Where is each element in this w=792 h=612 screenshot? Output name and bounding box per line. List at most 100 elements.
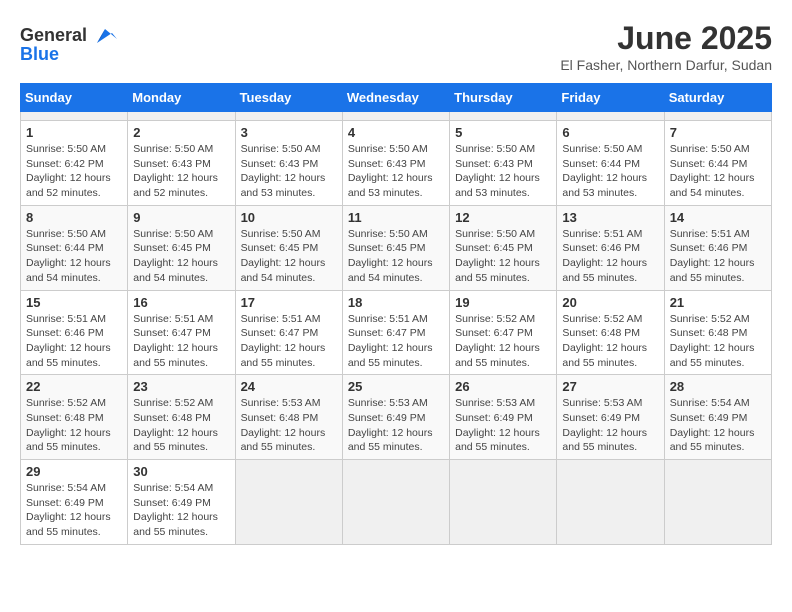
day-detail: Sunrise: 5:53 AMSunset: 6:49 PMDaylight:…	[455, 396, 551, 455]
day-detail: Sunrise: 5:50 AMSunset: 6:43 PMDaylight:…	[241, 142, 337, 201]
day-detail: Sunrise: 5:50 AMSunset: 6:44 PMDaylight:…	[26, 227, 122, 286]
col-friday: Friday	[557, 84, 664, 112]
calendar-week-row: 29 Sunrise: 5:54 AMSunset: 6:49 PMDayligh…	[21, 460, 772, 545]
day-detail: Sunrise: 5:50 AMSunset: 6:45 PMDaylight:…	[455, 227, 551, 286]
col-thursday: Thursday	[450, 84, 557, 112]
logo-general-text: General	[20, 25, 87, 46]
day-detail: Sunrise: 5:50 AMSunset: 6:45 PMDaylight:…	[133, 227, 229, 286]
day-number: 26	[455, 379, 551, 394]
day-number: 5	[455, 125, 551, 140]
day-number: 11	[348, 210, 444, 225]
calendar-week-row: 8 Sunrise: 5:50 AMSunset: 6:44 PMDaylight…	[21, 205, 772, 290]
table-row: 7 Sunrise: 5:50 AMSunset: 6:44 PMDaylight…	[664, 121, 771, 206]
table-row	[557, 112, 664, 121]
day-detail: Sunrise: 5:54 AMSunset: 6:49 PMDaylight:…	[670, 396, 766, 455]
day-number: 6	[562, 125, 658, 140]
calendar-table: Sunday Monday Tuesday Wednesday Thursday…	[20, 83, 772, 545]
table-row: 3 Sunrise: 5:50 AMSunset: 6:43 PMDaylight…	[235, 121, 342, 206]
table-row: 25 Sunrise: 5:53 AMSunset: 6:49 PMDayligh…	[342, 375, 449, 460]
day-detail: Sunrise: 5:53 AMSunset: 6:49 PMDaylight:…	[348, 396, 444, 455]
day-detail: Sunrise: 5:50 AMSunset: 6:42 PMDaylight:…	[26, 142, 122, 201]
col-monday: Monday	[128, 84, 235, 112]
day-number: 25	[348, 379, 444, 394]
table-row: 17 Sunrise: 5:51 AMSunset: 6:47 PMDayligh…	[235, 290, 342, 375]
day-number: 22	[26, 379, 122, 394]
day-number: 27	[562, 379, 658, 394]
table-row	[21, 112, 128, 121]
table-row: 30 Sunrise: 5:54 AMSunset: 6:49 PMDayligh…	[128, 460, 235, 545]
day-number: 1	[26, 125, 122, 140]
day-detail: Sunrise: 5:52 AMSunset: 6:48 PMDaylight:…	[670, 312, 766, 371]
day-detail: Sunrise: 5:53 AMSunset: 6:48 PMDaylight:…	[241, 396, 337, 455]
col-tuesday: Tuesday	[235, 84, 342, 112]
day-number: 10	[241, 210, 337, 225]
logo-icon	[87, 20, 117, 50]
logo-blue-text: Blue	[20, 44, 59, 65]
day-number: 9	[133, 210, 229, 225]
table-row: 23Sunrise: 5:52 AMSunset: 6:48 PMDayligh…	[128, 375, 235, 460]
table-row	[450, 112, 557, 121]
day-number: 7	[670, 125, 766, 140]
day-number: 3	[241, 125, 337, 140]
day-number: 19	[455, 295, 551, 310]
table-row: 20Sunrise: 5:52 AMSunset: 6:48 PMDayligh…	[557, 290, 664, 375]
table-row: 13 Sunrise: 5:51 AMSunset: 6:46 PMDayligh…	[557, 205, 664, 290]
table-row: 1 Sunrise: 5:50 AMSunset: 6:42 PMDaylight…	[21, 121, 128, 206]
day-number: 13	[562, 210, 658, 225]
day-detail: Sunrise: 5:52 AMSunset: 6:48 PMDaylight:…	[562, 312, 658, 371]
calendar-week-row: 1 Sunrise: 5:50 AMSunset: 6:42 PMDaylight…	[21, 121, 772, 206]
table-row	[664, 460, 771, 545]
day-detail: Sunrise: 5:50 AMSunset: 6:43 PMDaylight:…	[348, 142, 444, 201]
table-row	[235, 112, 342, 121]
day-detail: Sunrise: 5:50 AMSunset: 6:43 PMDaylight:…	[133, 142, 229, 201]
table-row: 15Sunrise: 5:51 AMSunset: 6:46 PMDayligh…	[21, 290, 128, 375]
day-detail: Sunrise: 5:51 AMSunset: 6:46 PMDaylight:…	[562, 227, 658, 286]
day-detail: Sunrise: 5:52 AMSunset: 6:48 PMDaylight:…	[133, 396, 229, 455]
calendar-subtitle: El Fasher, Northern Darfur, Sudan	[560, 57, 772, 73]
table-row: 5Sunrise: 5:50 AMSunset: 6:43 PMDaylight…	[450, 121, 557, 206]
day-detail: Sunrise: 5:51 AMSunset: 6:46 PMDaylight:…	[26, 312, 122, 371]
day-number: 4	[348, 125, 444, 140]
table-row	[450, 460, 557, 545]
day-detail: Sunrise: 5:53 AMSunset: 6:49 PMDaylight:…	[562, 396, 658, 455]
day-detail: Sunrise: 5:54 AMSunset: 6:49 PMDaylight:…	[133, 481, 229, 540]
table-row: 10Sunrise: 5:50 AMSunset: 6:45 PMDayligh…	[235, 205, 342, 290]
col-sunday: Sunday	[21, 84, 128, 112]
calendar-week-row	[21, 112, 772, 121]
day-number: 8	[26, 210, 122, 225]
table-row: 24 Sunrise: 5:53 AMSunset: 6:48 PMDayligh…	[235, 375, 342, 460]
day-number: 30	[133, 464, 229, 479]
table-row	[342, 112, 449, 121]
table-row: 8 Sunrise: 5:50 AMSunset: 6:44 PMDaylight…	[21, 205, 128, 290]
calendar-week-row: 15Sunrise: 5:51 AMSunset: 6:46 PMDayligh…	[21, 290, 772, 375]
header: General Blue June 2025 El Fasher, Northe…	[20, 20, 772, 73]
table-row	[557, 460, 664, 545]
day-detail: Sunrise: 5:50 AMSunset: 6:45 PMDaylight:…	[348, 227, 444, 286]
day-detail: Sunrise: 5:54 AMSunset: 6:49 PMDaylight:…	[26, 481, 122, 540]
table-row: 9 Sunrise: 5:50 AMSunset: 6:45 PMDaylight…	[128, 205, 235, 290]
day-number: 21	[670, 295, 766, 310]
day-number: 18	[348, 295, 444, 310]
day-detail: Sunrise: 5:52 AMSunset: 6:48 PMDaylight:…	[26, 396, 122, 455]
day-detail: Sunrise: 5:51 AMSunset: 6:47 PMDaylight:…	[241, 312, 337, 371]
table-row: 11 Sunrise: 5:50 AMSunset: 6:45 PMDayligh…	[342, 205, 449, 290]
logo: General Blue	[20, 20, 117, 65]
table-row: 14 Sunrise: 5:51 AMSunset: 6:46 PMDayligh…	[664, 205, 771, 290]
day-number: 29	[26, 464, 122, 479]
table-row: 27 Sunrise: 5:53 AMSunset: 6:49 PMDayligh…	[557, 375, 664, 460]
day-number: 14	[670, 210, 766, 225]
day-number: 17	[241, 295, 337, 310]
table-row: 29 Sunrise: 5:54 AMSunset: 6:49 PMDayligh…	[21, 460, 128, 545]
day-number: 24	[241, 379, 337, 394]
day-number: 16	[133, 295, 229, 310]
day-detail: Sunrise: 5:50 AMSunset: 6:44 PMDaylight:…	[670, 142, 766, 201]
table-row: 28Sunrise: 5:54 AMSunset: 6:49 PMDayligh…	[664, 375, 771, 460]
table-row: 16 Sunrise: 5:51 AMSunset: 6:47 PMDayligh…	[128, 290, 235, 375]
day-number: 2	[133, 125, 229, 140]
table-row	[342, 460, 449, 545]
day-detail: Sunrise: 5:51 AMSunset: 6:46 PMDaylight:…	[670, 227, 766, 286]
calendar-header-row: Sunday Monday Tuesday Wednesday Thursday…	[21, 84, 772, 112]
col-wednesday: Wednesday	[342, 84, 449, 112]
table-row	[128, 112, 235, 121]
day-detail: Sunrise: 5:51 AMSunset: 6:47 PMDaylight:…	[133, 312, 229, 371]
